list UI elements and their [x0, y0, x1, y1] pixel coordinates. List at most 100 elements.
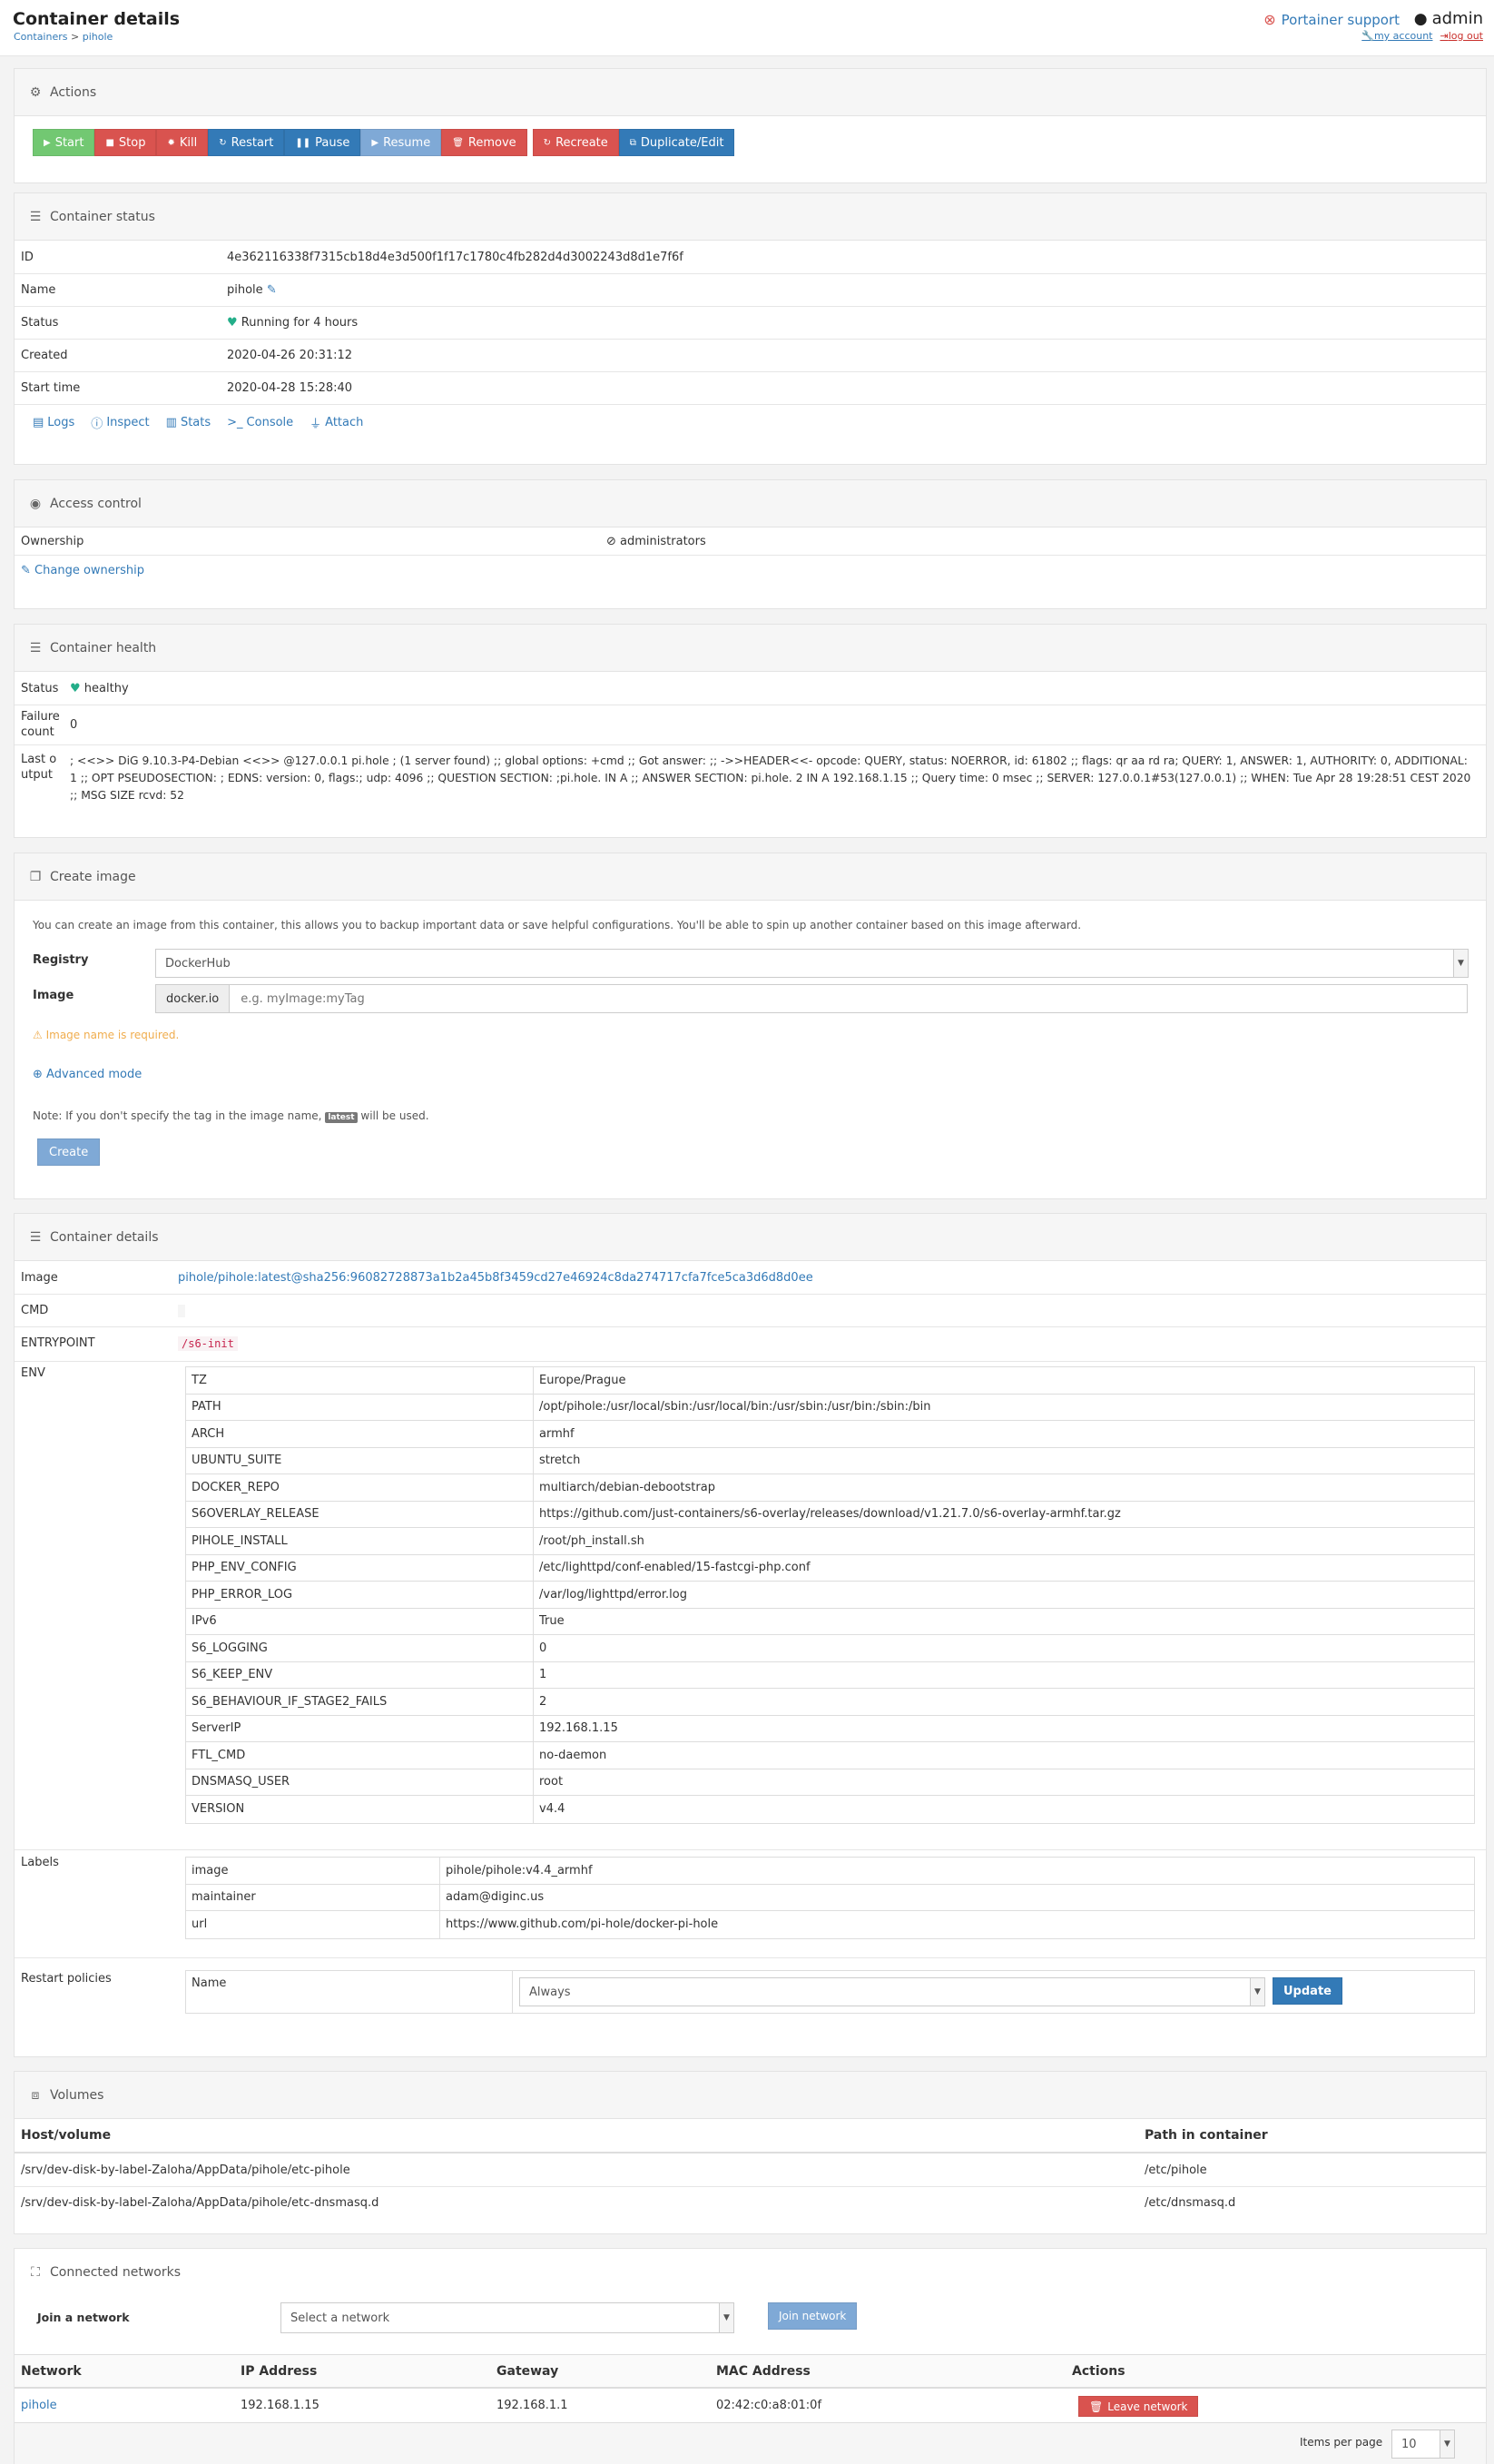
tag-note: Note: If you don't specify the tag in th… — [33, 1109, 429, 1123]
volumes-widget: ⧈ Volumes Host/volume Path in container /s… — [14, 2071, 1487, 2234]
volume-path: /etc/pihole — [1145, 2163, 1207, 2177]
start-icon: ▶ — [44, 137, 51, 148]
kill-button[interactable]: ✹ Kill — [156, 129, 209, 156]
id-label: ID — [21, 250, 34, 264]
chevron-down-icon: ▼ — [1440, 2430, 1454, 2458]
edit-icon: ✎ — [21, 564, 31, 577]
update-restart-button[interactable]: Update — [1273, 1977, 1342, 2005]
create-image-intro: You can create an image from this contai… — [33, 919, 1082, 931]
failure-count-label: Failure count — [21, 709, 60, 739]
file-icon: ▤ — [33, 416, 44, 429]
restart-button[interactable]: ↻ Restart — [208, 129, 285, 156]
env-key: PHP_ENV_CONFIG — [186, 1554, 534, 1581]
latest-badge: latest — [325, 1112, 358, 1123]
labels-key: url — [186, 1911, 440, 1938]
env-key: VERSION — [186, 1796, 534, 1823]
account-links: 🔧my account ⇥log out — [1361, 30, 1483, 42]
recreate-button[interactable]: ↻ Recreate — [532, 129, 619, 156]
image-link[interactable]: pihole/pihole:latest@sha256:96082728873a… — [178, 1271, 813, 1285]
actions-header: ⚙ Actions — [15, 69, 1486, 116]
network-link[interactable]: pihole — [21, 2399, 57, 2412]
edit-icon[interactable]: ✎ — [267, 283, 277, 297]
breadcrumb: Containers > pihole — [14, 31, 113, 43]
env-key: UBUNTU_SUITE — [186, 1447, 534, 1473]
entrypoint-label: ENTRYPOINT — [21, 1336, 95, 1350]
image-label: Image — [33, 989, 74, 1002]
env-table: TZ Europe/Prague PATH/opt/pihole:/usr/loca… — [185, 1366, 1475, 1824]
restart-policies-label: Restart policies — [21, 1972, 112, 1986]
chart-icon: ▥ — [165, 416, 177, 429]
start-button[interactable]: ▶ Start — [33, 129, 95, 156]
heartbeat-icon: ♥ — [227, 316, 238, 330]
recreate-icon: ↻ — [543, 137, 552, 148]
env-value: /etc/lighttpd/conf-enabled/15-fastcgi-ph… — [539, 1561, 811, 1575]
container-status-widget: ☰ Container status ID 4e362116338f7315cb18… — [14, 192, 1487, 465]
join-network-button[interactable]: Join network — [768, 2302, 858, 2330]
env-row: S6_LOGGING 0 — [186, 1635, 1474, 1662]
status-label: Status — [21, 316, 59, 330]
labels-value: https://www.github.com/pi-hole/docker-pi… — [446, 1917, 719, 1932]
env-row: PHP_ERROR_LOG/var/log/lighttpd/error.log — [186, 1582, 1474, 1609]
env-row: TZ Europe/Prague — [186, 1367, 1474, 1395]
stats-link[interactable]: ▥ Stats — [166, 414, 211, 431]
action-buttons: ▶ Start ■ Stop ✹ Kill ↻ Restart ❚❚ Pause ▶ Resume 🗑 R… — [33, 129, 735, 156]
resume-button[interactable]: ▶ Resume — [360, 129, 442, 156]
col-actions: Actions — [1072, 2364, 1125, 2379]
health-status: ♥ healthy — [70, 681, 129, 695]
labels-table: image pihole/pihole:v4.4_armhf maintainer a… — [185, 1857, 1475, 1939]
labels-value: adam@diginc.us — [446, 1890, 545, 1905]
logout-link[interactable]: ⇥log out — [1440, 30, 1484, 42]
network-select[interactable]: Select a network ▼ — [280, 2302, 734, 2333]
duplicate-edit-button[interactable]: ⧉ Duplicate/Edit — [618, 129, 735, 156]
container-id: 4e362116338f7315cb18d4e3d500f1f17c1780c4… — [227, 250, 683, 264]
container-name: pihole ✎ — [227, 283, 277, 297]
remove-button[interactable]: 🗑 Remove — [441, 129, 527, 156]
page-header: Container details Containers > pihole ⊗ P… — [0, 0, 1494, 56]
registry-select[interactable]: DockerHub ▼ — [155, 949, 1469, 978]
inspect-link[interactable]: ⓘ Inspect — [91, 414, 149, 431]
entrypoint-value: /s6-init — [178, 1335, 238, 1351]
support-close-icon: ⊗ — [1263, 11, 1276, 28]
logs-link[interactable]: ▤ Logs — [33, 414, 74, 431]
restart-policy-select[interactable]: Always ▼ — [519, 1977, 1265, 2006]
env-key: FTL_CMD — [186, 1742, 534, 1769]
details-header: ☰ Container details — [15, 1214, 1486, 1261]
health-header: ☰ Container health — [15, 625, 1486, 672]
globe-icon: ⊕ — [33, 1068, 43, 1081]
stop-button[interactable]: ■ Stop — [94, 129, 157, 156]
ownership-label: Ownership — [21, 534, 84, 548]
env-key: DOCKER_REPO — [186, 1474, 534, 1501]
items-per-page-select[interactable]: 10 ▼ — [1391, 2430, 1455, 2459]
breadcrumb-current[interactable]: pihole — [83, 31, 113, 43]
registry-label: Registry — [33, 953, 89, 967]
labels-row: image pihole/pihole:v4.4_armhf — [186, 1858, 1474, 1885]
attach-link[interactable]: ⏚ Attach — [310, 414, 363, 431]
env-value: no-daemon — [539, 1748, 607, 1762]
network-row: pihole 192.168.1.15 192.168.1.1 02:42:c0… — [15, 2389, 1486, 2423]
env-key: PIHOLE_INSTALL — [186, 1528, 534, 1554]
start-time-value: 2020-04-28 15:28:40 — [227, 381, 353, 395]
cogs-icon: ⚙ — [29, 84, 42, 100]
items-per-page-label: Items per page — [1300, 2436, 1383, 2449]
leave-network-button[interactable]: 🗑 Leave network — [1078, 2396, 1199, 2417]
ownership-value: ⊘ administrators — [606, 534, 706, 548]
info-icon: ⓘ — [91, 418, 103, 431]
image-input-group: docker.io — [155, 984, 1468, 1013]
env-row: DOCKER_REPO multiarch/debian-debootstrap — [186, 1474, 1474, 1502]
wrench-icon: 🔧 — [1361, 30, 1374, 42]
create-button[interactable]: Create — [37, 1138, 101, 1166]
labels-key: image — [186, 1858, 440, 1884]
pause-button[interactable]: ❚❚ Pause — [284, 129, 361, 156]
image-name-input[interactable] — [230, 985, 1467, 1012]
advanced-mode-link[interactable]: ⊕ Advanced mode — [33, 1068, 142, 1081]
env-value: 192.168.1.15 — [539, 1721, 618, 1736]
env-row: PATH/opt/pihole:/usr/local/sbin:/usr/loc… — [186, 1394, 1474, 1421]
console-link[interactable]: >_ Console — [227, 414, 293, 431]
breadcrumb-containers-link[interactable]: Containers — [14, 31, 68, 43]
change-ownership-link[interactable]: ✎ Change ownership — [21, 564, 144, 577]
my-account-link[interactable]: 🔧my account — [1361, 30, 1432, 42]
portainer-support-link[interactable]: ⊗ Portainer support — [1263, 11, 1400, 28]
col-ip: IP Address — [241, 2364, 318, 2379]
col-path: Path in container — [1145, 2128, 1268, 2143]
access-header: ◉ Access control — [15, 480, 1486, 527]
